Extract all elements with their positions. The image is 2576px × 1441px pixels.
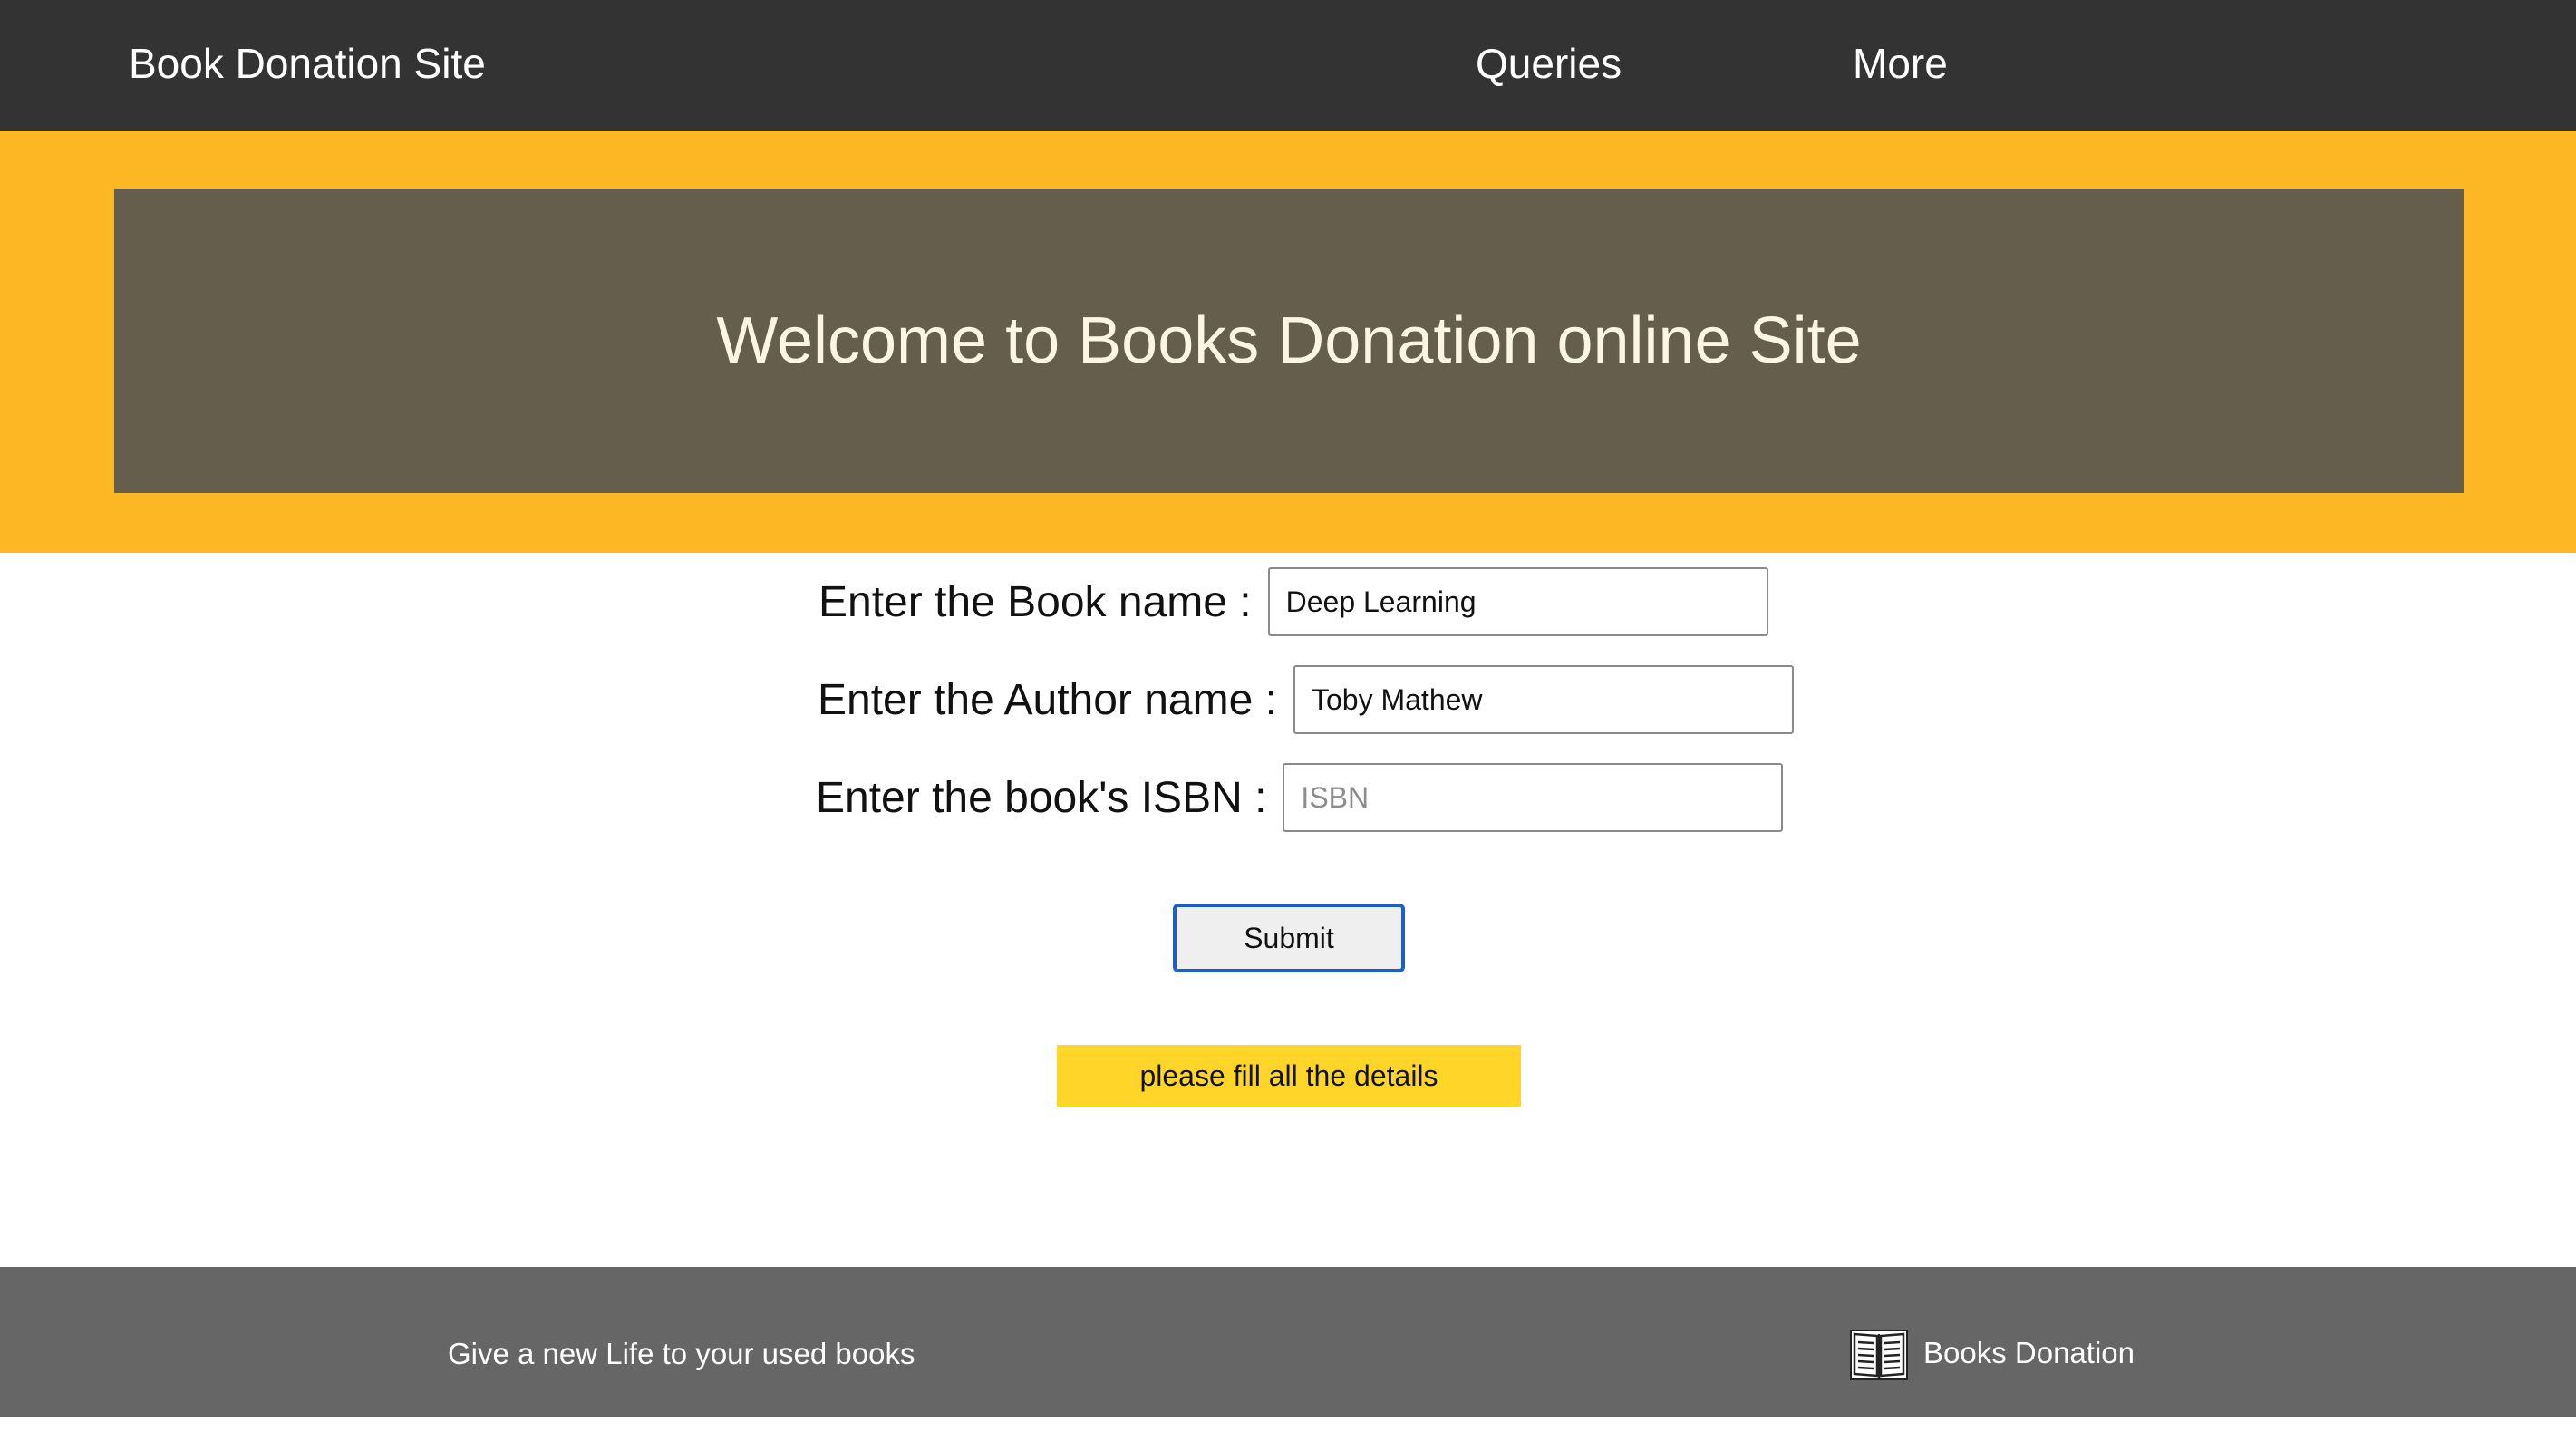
footer-brand-label: Books Donation — [1923, 1336, 2135, 1369]
validation-alert: please fill all the details — [1057, 1045, 1521, 1107]
book-name-label: Enter the Book name : — [818, 577, 1252, 626]
footer-tagline: Give a new Life to your used books — [448, 1337, 915, 1370]
book-name-input[interactable] — [1267, 567, 1768, 636]
isbn-row: Enter the book's ISBN : — [816, 763, 1784, 832]
author-name-input[interactable] — [1293, 665, 1794, 734]
book-name-row: Enter the Book name : — [818, 567, 1768, 636]
page-title: Welcome to Books Donation online Site — [716, 305, 1862, 377]
author-name-row: Enter the Author name : — [818, 665, 1794, 734]
isbn-label: Enter the book's ISBN : — [816, 773, 1267, 822]
hero-banner-panel: Welcome to Books Donation online Site — [114, 189, 2464, 493]
site-brand-link[interactable]: Book Donation Site — [129, 0, 486, 127]
author-name-label: Enter the Author name : — [818, 675, 1277, 724]
footer: Give a new Life to your used books Books… — [0, 1267, 2576, 1417]
footer-brand-link[interactable]: Books Donation — [1849, 1321, 2135, 1385]
open-book-icon — [1850, 1330, 1908, 1380]
submit-button[interactable]: Submit — [1173, 904, 1405, 972]
hero-banner: Welcome to Books Donation online Site — [0, 131, 2576, 553]
nav-link-more[interactable]: More — [1853, 0, 1948, 127]
top-navbar: Book Donation Site Queries More — [0, 0, 2576, 131]
isbn-input[interactable] — [1283, 763, 1784, 832]
nav-link-queries[interactable]: Queries — [1476, 0, 1622, 127]
